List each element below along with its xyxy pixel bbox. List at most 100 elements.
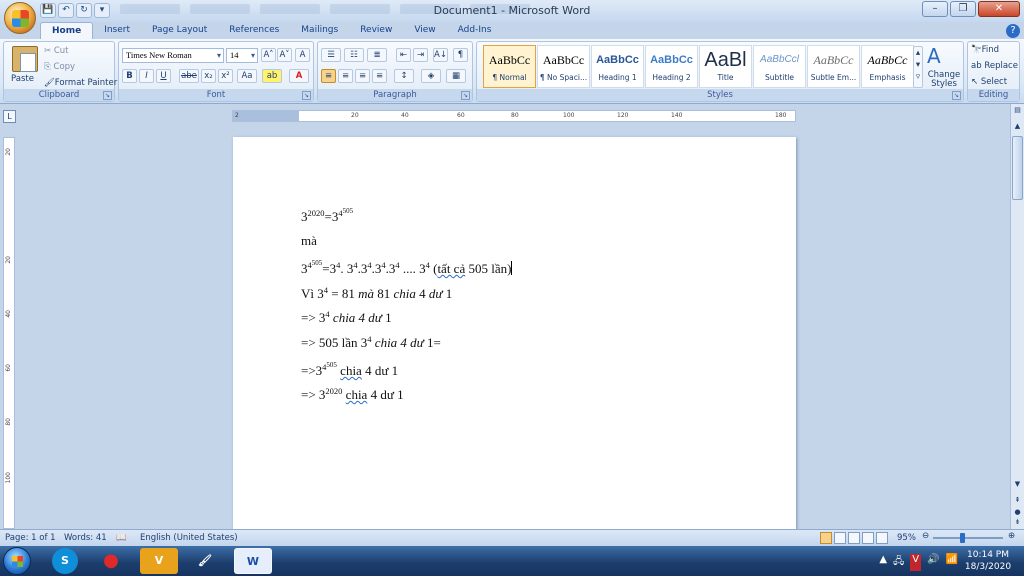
tab-selector-button[interactable]: L: [3, 110, 16, 123]
multilevel-list-icon[interactable]: ≣: [367, 48, 387, 62]
office-button[interactable]: [4, 2, 36, 34]
vertical-ruler[interactable]: 20 20 40 60 80 100: [3, 137, 15, 529]
vietkey-icon[interactable]: V: [140, 548, 178, 574]
tab-add-ins[interactable]: Add-Ins: [447, 22, 503, 39]
outline-view-icon[interactable]: [862, 532, 874, 544]
paste-icon[interactable]: [12, 46, 38, 72]
page-count[interactable]: Page: 1 of 1: [5, 533, 56, 543]
style-subtle-emphasis[interactable]: AaBbCc Subtle Em...: [807, 45, 860, 88]
spellcheck-text[interactable]: chia: [346, 387, 368, 402]
font-color-button[interactable]: A: [289, 69, 309, 83]
help-icon[interactable]: ?: [1006, 24, 1020, 38]
format-painter-button[interactable]: 🖌Format Painter: [44, 78, 117, 88]
maximize-button[interactable]: ❐: [950, 1, 976, 17]
signal-icon[interactable]: 📶: [946, 554, 958, 571]
change-case-button[interactable]: Aa: [237, 69, 257, 83]
print-layout-icon[interactable]: [820, 532, 832, 544]
zoom-slider-thumb[interactable]: [960, 533, 965, 543]
subscript-button[interactable]: x₂: [201, 69, 216, 83]
proofing-icon[interactable]: 📖: [116, 533, 127, 543]
styles-scroll-icon[interactable]: ▴ ▾ ▿: [913, 46, 923, 88]
spellcheck-text[interactable]: chia: [340, 363, 362, 378]
increase-indent-icon[interactable]: ⇥: [413, 48, 428, 62]
zoom-in-icon[interactable]: ⊕: [1008, 531, 1015, 541]
paragraph-launcher-icon[interactable]: ↘: [461, 91, 470, 100]
skype-icon[interactable]: S: [52, 548, 78, 574]
tab-references[interactable]: References: [218, 22, 290, 39]
draft-view-icon[interactable]: [876, 532, 888, 544]
grow-font-button[interactable]: A˄: [261, 48, 276, 62]
tab-home[interactable]: Home: [40, 22, 94, 39]
underline-button[interactable]: U: [156, 69, 171, 83]
show-marks-button[interactable]: ¶: [453, 48, 468, 62]
paste-button[interactable]: Paste: [11, 74, 34, 84]
highlight-button[interactable]: ab: [262, 69, 282, 83]
line-spacing-icon[interactable]: ↕: [394, 69, 414, 83]
clock[interactable]: 10:14 PM 18/3/2020: [958, 549, 1018, 573]
start-button[interactable]: [3, 547, 31, 575]
previous-page-icon[interactable]: ⇞: [1012, 496, 1023, 508]
sort-button[interactable]: A↓: [433, 48, 448, 62]
change-styles-button[interactable]: Change Styles: [926, 71, 962, 89]
tab-mailings[interactable]: Mailings: [290, 22, 349, 39]
volume-icon[interactable]: 🔊: [927, 554, 939, 571]
web-layout-icon[interactable]: [848, 532, 860, 544]
show-hidden-icons-icon[interactable]: ▲: [879, 554, 887, 571]
recorder-icon[interactable]: ●: [92, 548, 130, 574]
style-heading-1[interactable]: AaBbCc Heading 1: [591, 45, 644, 88]
style-title[interactable]: AaBl Title: [699, 45, 752, 88]
network-icon[interactable]: 🖧: [893, 554, 904, 571]
tab-page-layout[interactable]: Page Layout: [141, 22, 218, 39]
tab-view[interactable]: View: [403, 22, 446, 39]
borders-icon[interactable]: ▦: [446, 69, 466, 83]
select-button[interactable]: ↖ Select: [971, 77, 1007, 87]
change-styles-icon[interactable]: A: [927, 44, 941, 68]
align-left-icon[interactable]: ≡: [321, 69, 336, 83]
copy-button[interactable]: ⎘ Copy: [44, 62, 75, 72]
font-launcher-icon[interactable]: ↘: [302, 91, 311, 100]
font-name-select[interactable]: Times New Roman: [122, 48, 224, 63]
find-button[interactable]: 🔭Find: [971, 45, 999, 55]
document-page[interactable]: 32020=34505 mà 34505=34. 34.34.34.34 ...…: [233, 137, 796, 529]
align-right-icon[interactable]: ≡: [355, 69, 370, 83]
bullets-icon[interactable]: ☰: [321, 48, 341, 62]
full-screen-reading-icon[interactable]: [834, 532, 846, 544]
vertical-scrollbar[interactable]: ▤ ▲ ▼ ⇞ ● ⇟: [1010, 104, 1024, 529]
bold-button[interactable]: B: [122, 69, 137, 83]
language-indicator[interactable]: English (United States): [140, 533, 238, 543]
font-size-select[interactable]: 14: [226, 48, 258, 63]
style-heading-2[interactable]: AaBbCc Heading 2: [645, 45, 698, 88]
zoom-level[interactable]: 95%: [897, 533, 916, 543]
scroll-down-icon[interactable]: ▼: [1012, 480, 1023, 492]
paint-icon[interactable]: 🖌: [186, 548, 224, 574]
numbering-icon[interactable]: ☷: [344, 48, 364, 62]
clear-formatting-button[interactable]: A: [295, 48, 310, 62]
style-emphasis[interactable]: AaBbCc Emphasis: [861, 45, 914, 88]
style-no-spacing[interactable]: AaBbCc ¶ No Spaci...: [537, 45, 590, 88]
horizontal-ruler[interactable]: 2 20 40 60 80 100 120 140 180: [232, 110, 796, 122]
zoom-slider[interactable]: [933, 537, 1003, 539]
styles-launcher-icon[interactable]: ↘: [952, 91, 961, 100]
shrink-font-button[interactable]: A˅: [277, 48, 292, 62]
spellcheck-text[interactable]: tất cả: [437, 261, 465, 276]
italic-button[interactable]: I: [139, 69, 154, 83]
style-normal[interactable]: AaBbCc ¶ Normal: [483, 45, 536, 88]
shading-icon[interactable]: ◈: [421, 69, 441, 83]
close-button[interactable]: ✕: [978, 1, 1020, 17]
view-ruler-icon[interactable]: ▤: [1012, 106, 1023, 118]
style-subtitle[interactable]: AaBbCcl Subtitle: [753, 45, 806, 88]
tab-insert[interactable]: Insert: [93, 22, 141, 39]
decrease-indent-icon[interactable]: ⇤: [396, 48, 411, 62]
word-taskbar-button[interactable]: W: [234, 548, 272, 574]
superscript-button[interactable]: x²: [218, 69, 233, 83]
clipboard-launcher-icon[interactable]: ↘: [103, 91, 112, 100]
scroll-up-icon[interactable]: ▲: [1012, 122, 1023, 134]
strikethrough-button[interactable]: abe: [179, 69, 199, 83]
zoom-out-icon[interactable]: ⊖: [922, 531, 929, 541]
replace-button[interactable]: ab Replace: [971, 61, 1018, 71]
vietkey-tray-icon[interactable]: V: [910, 554, 922, 571]
align-center-icon[interactable]: ≡: [338, 69, 353, 83]
tab-review[interactable]: Review: [349, 22, 403, 39]
justify-icon[interactable]: ≡: [372, 69, 387, 83]
minimize-button[interactable]: –: [922, 1, 948, 17]
